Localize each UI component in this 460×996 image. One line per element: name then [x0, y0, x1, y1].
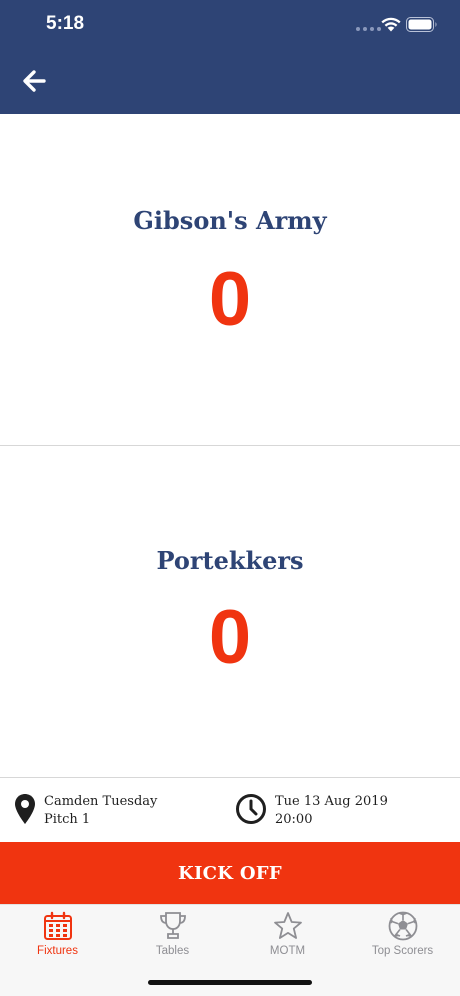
- home-indicator[interactable]: [148, 980, 312, 985]
- wifi-icon: [381, 17, 401, 32]
- away-team-score[interactable]: 0: [0, 598, 460, 678]
- cellular-signal-icon: [356, 27, 381, 31]
- away-team-name: Portekkers: [156, 546, 304, 575]
- kick-off-button[interactable]: KICK OFF: [0, 842, 460, 904]
- tab-top-scorers[interactable]: Top Scorers: [345, 905, 460, 965]
- match-date: Tue 13 Aug 2019: [275, 794, 388, 809]
- tab-motm-label: MOTM: [269, 945, 306, 957]
- football-icon: [388, 911, 417, 941]
- away-team-panel: Portekkers 0: [0, 446, 460, 777]
- calendar-icon: [43, 911, 72, 940]
- clock-icon: [236, 794, 266, 824]
- home-team-name: Gibson's Army: [133, 206, 327, 235]
- back-button[interactable]: [20, 66, 48, 96]
- tab-fixtures-label: Fixtures: [37, 945, 78, 957]
- match-time: 20:00: [275, 812, 313, 827]
- star-icon: [273, 912, 302, 939]
- tab-motm[interactable]: MOTM: [230, 905, 345, 965]
- status-time: 5:18: [46, 13, 85, 34]
- schedule-info: Tue 13 Aug 2019 20:00: [235, 793, 388, 829]
- tab-tables[interactable]: Tables: [115, 905, 230, 965]
- battery-icon: [406, 17, 437, 32]
- map-pin-icon: [15, 794, 35, 824]
- home-team-panel: Gibson's Army 0: [0, 114, 460, 445]
- app-header: 5:18: [0, 0, 460, 114]
- venue-pitch: Pitch 1: [44, 812, 91, 827]
- venue-name: Camden Tuesday: [44, 794, 158, 809]
- match-info-row: Camden Tuesday Pitch 1 Tue 13 Aug 2019 2…: [0, 778, 460, 842]
- tab-fixtures[interactable]: Fixtures: [0, 905, 115, 965]
- home-team-score[interactable]: 0: [0, 260, 460, 340]
- tab-tables-label: Tables: [155, 945, 190, 957]
- trophy-icon: [159, 912, 186, 939]
- arrow-left-icon: [23, 70, 46, 92]
- tab-top-scorers-label: Top Scorers: [371, 945, 434, 957]
- venue-info: Camden Tuesday Pitch 1: [14, 793, 157, 829]
